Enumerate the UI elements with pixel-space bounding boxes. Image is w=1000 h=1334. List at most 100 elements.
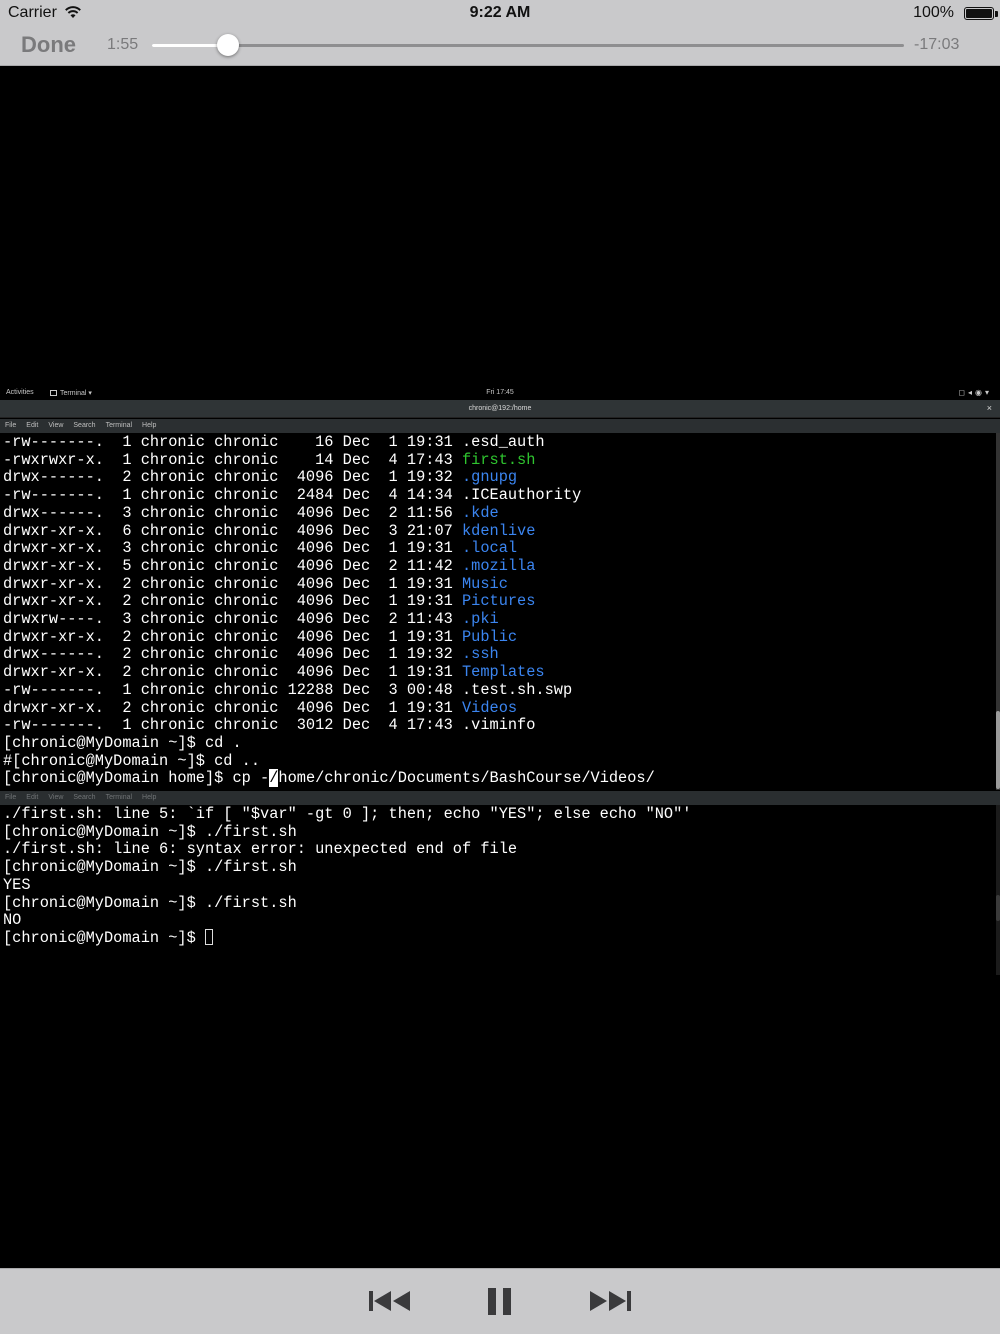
ls-filename: kdenlive [461,521,536,540]
ls-filename: .esd_auth [461,433,545,451]
menu-help: Help [142,794,157,801]
command-suffix: home/chronic/Documents/BashCourse/Videos… [278,769,655,788]
desktop-clock: Fri 17:45 [486,389,514,396]
menu-edit: Edit [26,794,39,801]
ls-row: -rw-------. 1 chronic chronic 12288 Dec … [3,681,572,699]
ls-row: -rw-------. 1 chronic chronic 2484 Dec 4… [3,486,581,504]
battery-icon [964,7,994,20]
terminal-menubar-faded: File Edit View Search Terminal Help [0,791,1000,805]
scrubber-track[interactable] [152,44,904,47]
output-line: [chronic@MyDomain ~]$ ./first.sh [3,858,297,877]
ls-filename: Templates [461,663,545,682]
scrubber-thumb[interactable] [216,34,239,56]
ls-meta: -rwxrwxr-x. 1 chronic chronic 14 Dec 4 1… [3,450,462,469]
ls-filename: first.sh [461,450,536,469]
scrollbar-thumb [996,711,1000,789]
ls-filename: Videos [461,698,518,717]
terminal-scrollbar-bottom [996,805,1000,975]
ls-row: drwxr-xr-x. 5 chronic chronic 4096 Dec 2… [3,557,535,575]
ls-meta: drwx------. 2 chronic chronic 4096 Dec 1… [3,468,462,487]
ls-meta: drwxr-xr-x. 2 chronic chronic 4096 Dec 1… [3,627,462,646]
ls-meta: drwxr-xr-x. 2 chronic chronic 4096 Dec 1… [3,574,462,593]
ls-meta: drwxr-xr-x. 2 chronic chronic 4096 Dec 1… [3,663,462,682]
menu-view: View [48,794,64,801]
player-controls [0,1268,1000,1334]
status-time: 9:22 AM [469,4,531,21]
output-line: ./first.sh: line 6: syntax error: unexpe… [3,840,518,859]
prompt-text: [chronic@MyDomain ~]$ [3,928,205,947]
prompt-line: [chronic@MyDomain ~]$ [3,928,213,947]
ls-row: drwx------. 2 chronic chronic 4096 Dec 1… [3,645,499,663]
ls-row: drwxr-xr-x. 6 chronic chronic 4096 Dec 3… [3,522,535,540]
ls-row: drwxr-xr-x. 2 chronic chronic 4096 Dec 1… [3,628,517,646]
command-line: #[chronic@MyDomain ~]$ cd .. [3,751,261,770]
ls-filename: .local [461,539,518,558]
ls-meta: drwxr-xr-x. 3 chronic chronic 4096 Dec 1… [3,539,462,558]
output-line: YES [3,875,31,894]
ls-meta: drwx------. 3 chronic chronic 4096 Dec 2… [3,503,462,522]
ls-row: drwxr-xr-x. 3 chronic chronic 4096 Dec 1… [3,539,517,557]
ls-row: -rw-------. 1 chronic chronic 3012 Dec 4… [3,716,535,734]
ls-meta: -rw-------. 1 chronic chronic 3012 Dec 4… [3,716,462,735]
ls-filename: .test.sh.swp [461,680,573,699]
ls-meta: drwxr-xr-x. 2 chronic chronic 4096 Dec 1… [3,698,462,717]
ls-filename: Music [461,574,508,593]
ls-row: drwxr-xr-x. 2 chronic chronic 4096 Dec 1… [3,699,517,717]
ls-filename: Public [461,627,518,646]
terminal-window-titlebar: chronic@192:/home × [0,400,1000,418]
system-tray-icons: ◻◂◉▾ [958,388,992,397]
pause-icon[interactable] [486,1287,514,1315]
ls-row: drwxrw----. 3 chronic chronic 4096 Dec 2… [3,610,499,628]
battery-nub [995,11,998,17]
ls-row: drwxr-xr-x. 2 chronic chronic 4096 Dec 1… [3,663,545,681]
menu-terminal: Terminal [105,422,133,429]
ls-row: -rwxrwxr-x. 1 chronic chronic 14 Dec 4 1… [3,451,535,469]
ls-meta: drwx------. 2 chronic chronic 4096 Dec 1… [3,645,462,664]
menu-help: Help [142,422,157,429]
ls-filename: .gnupg [461,468,518,487]
ls-filename: .viminfo [461,716,536,735]
battery-percent: 100% [913,4,954,21]
command-prefix: [chronic@MyDomain home]$ cp - [3,769,270,788]
output-line: [chronic@MyDomain ~]$ ./first.sh [3,893,297,912]
done-button[interactable]: Done [21,32,76,58]
ls-row: drwx------. 3 chronic chronic 4096 Dec 2… [3,504,499,522]
ls-meta: drwxr-xr-x. 6 chronic chronic 4096 Dec 3… [3,521,462,540]
terminal-output-top: -rw-------. 1 chronic chronic 16 Dec 1 1… [0,433,996,790]
ls-row: drwx------. 2 chronic chronic 4096 Dec 1… [3,468,517,486]
player-top-bar: Carrier 9:22 AM 100% Done 1:55 -17:03 [0,0,1000,66]
menu-view: View [48,422,64,429]
gnome-top-bar: Activities Terminal ▾ Fri 17:45 ◻◂◉▾ [0,386,1000,400]
command-line: [chronic@MyDomain home]$ cp -/home/chron… [3,769,655,788]
terminal-scrollbar-top [996,433,1000,790]
fast-forward-icon[interactable] [588,1287,632,1315]
ls-row: drwxr-xr-x. 2 chronic chronic 4096 Dec 1… [3,575,508,593]
menu-file: File [5,794,17,801]
elapsed-time: 1:55 [107,36,139,53]
ls-meta: -rw-------. 1 chronic chronic 12288 Dec … [3,680,462,699]
window-title: chronic@192:/home [468,405,532,412]
ls-filename: .pki [461,610,499,628]
ls-filename: .ICEauthority [461,486,582,505]
menu-search: Search [73,422,96,429]
ls-meta: -rw-------. 1 chronic chronic 2484 Dec 4… [3,486,462,505]
command-line: [chronic@MyDomain ~]$ cd . [3,733,242,752]
menu-terminal: Terminal [105,794,133,801]
ls-meta: drwxr-xr-x. 5 chronic chronic 4096 Dec 2… [3,556,462,575]
scrollbar-thumb [996,895,1000,921]
menu-search: Search [73,794,96,801]
ls-row: -rw-------. 1 chronic chronic 16 Dec 1 1… [3,433,545,451]
ls-filename: .kde [461,503,499,522]
rewind-icon[interactable] [368,1287,412,1315]
remaining-time: -17:03 [914,36,960,53]
output-line: NO [3,911,22,930]
menu-edit: Edit [26,422,39,429]
ls-filename: .mozilla [461,556,536,575]
terminal-output-bottom: ./first.sh: line 5: `if [ "$var" -gt 0 ]… [0,805,996,975]
output-line: [chronic@MyDomain ~]$ ./first.sh [3,822,297,841]
ls-meta: -rw-------. 1 chronic chronic 16 Dec 1 1… [3,433,462,451]
ls-filename: .ssh [461,645,499,664]
ls-row: drwxr-xr-x. 2 chronic chronic 4096 Dec 1… [3,592,535,610]
output-line: ./first.sh: line 5: `if [ "$var" -gt 0 ]… [3,805,692,823]
cursor-icon [204,928,213,945]
